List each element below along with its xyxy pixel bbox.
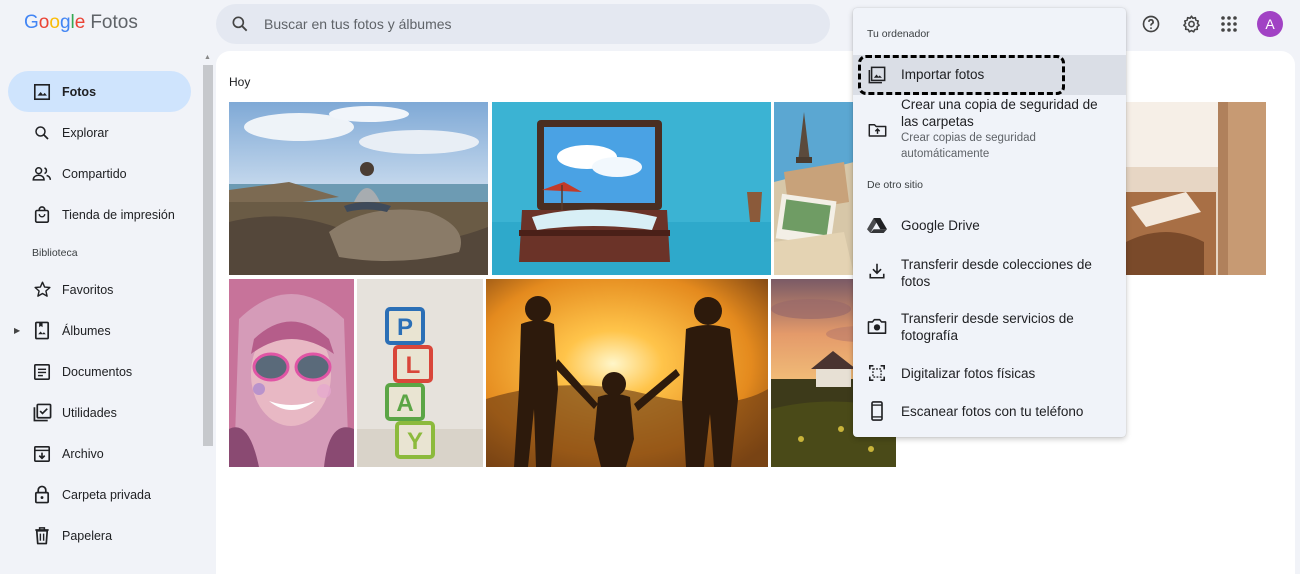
utilities-icon [32, 403, 52, 423]
sidebar-item-label: Fotos [62, 84, 97, 99]
sidebar-item-label: Carpeta privada [62, 487, 151, 502]
sidebar-item-papelera[interactable]: Papelera [8, 515, 191, 556]
photo-thumbnail-girl-holi[interactable] [229, 279, 354, 467]
menu-section-other: De otro sitio [867, 179, 924, 191]
shopping-bag-icon [32, 205, 52, 225]
menu-item-label: Escanear fotos con tu teléfono [901, 404, 1084, 419]
sidebar-scrollbar-thumb[interactable] [203, 65, 213, 446]
photo-thumbnail-family-sunset[interactable] [486, 279, 768, 467]
sidebar-item-utilidades[interactable]: Utilidades [8, 392, 191, 433]
logo-wordmark: Google [24, 12, 86, 33]
google-photos-logo[interactable]: Google Fotos [24, 12, 138, 34]
menu-section-computer: Tu ordenador [867, 28, 930, 40]
lock-icon [32, 485, 52, 505]
star-icon [32, 280, 52, 300]
sidebar-item-label: Tienda de impresión [62, 207, 175, 222]
settings-gear-icon[interactable] [1179, 12, 1203, 36]
album-icon [32, 321, 52, 341]
sidebar-item-tienda[interactable]: Tienda de impresión [8, 194, 191, 235]
menu-item-label: Digitalizar fotos físicas [901, 366, 1036, 381]
date-group-label: Hoy [229, 75, 251, 89]
menu-item-label: Crear una copia de seguridad de las carp… [901, 97, 1098, 129]
photo-thumbnail-suitcase[interactable] [492, 102, 771, 275]
backup-upload-icon [867, 119, 887, 139]
account-avatar[interactable]: A [1257, 11, 1283, 37]
photo-thumbnail-window-room[interactable] [1126, 102, 1266, 275]
sidebar-item-albumes[interactable]: Álbumes [8, 310, 191, 351]
menu-item-label: Google Drive [901, 218, 980, 233]
photo-thumbnail-play-blocks[interactable]: P L A Y [357, 279, 483, 467]
sidebar-item-label: Utilidades [62, 405, 117, 420]
sidebar-item-label: Favoritos [62, 282, 114, 297]
sidebar-item-favoritos[interactable]: Favoritos [8, 269, 191, 310]
menu-item-label: Transferir desde colecciones de fotos [901, 257, 1092, 289]
scroll-up-arrow-icon[interactable]: ▲ [204, 54, 211, 61]
search-bar[interactable] [216, 4, 830, 44]
svg-text:A: A [396, 390, 413, 417]
help-icon[interactable] [1139, 12, 1163, 36]
sidebar-item-label: Papelera [62, 528, 113, 543]
scan-photo-icon [867, 363, 887, 383]
photo-icon [32, 82, 52, 102]
search-icon [32, 123, 52, 143]
menu-item-scan-phone[interactable]: Escanear fotos con tu teléfono [853, 396, 1126, 426]
apps-grid-icon[interactable] [1217, 12, 1241, 36]
sidebar-item-label: Álbumes [62, 323, 111, 338]
sidebar-item-fotos[interactable]: Fotos [8, 71, 191, 112]
svg-text:P: P [397, 314, 413, 341]
smartphone-icon [867, 401, 887, 421]
sidebar-item-label: Explorar [62, 125, 109, 140]
photo-thumbnail-paris-postcards[interactable] [774, 102, 854, 275]
document-icon [32, 362, 52, 382]
search-icon[interactable] [230, 14, 250, 34]
menu-item-digitize-photos[interactable]: Digitalizar fotos físicas [853, 358, 1126, 388]
highlight-callout [858, 55, 1065, 95]
google-drive-icon [867, 215, 887, 235]
camera-transfer-icon [867, 316, 887, 336]
menu-item-transfer-collections[interactable]: Transferir desde colecciones de fotos [853, 246, 1126, 296]
menu-item-google-drive[interactable]: Google Drive [853, 207, 1126, 243]
svg-text:L: L [406, 352, 421, 379]
svg-text:Y: Y [407, 428, 423, 455]
sidebar-item-documentos[interactable]: Documentos [8, 351, 191, 392]
archive-icon [32, 444, 52, 464]
download-icon [867, 261, 887, 281]
sidebar-item-compartido[interactable]: Compartido [8, 153, 191, 194]
logo-product-name: Fotos [90, 12, 138, 33]
sidebar-item-archivo[interactable]: Archivo [8, 433, 191, 474]
menu-item-sublabel: Crear copias de seguridad automáticament… [901, 132, 1036, 160]
sidebar-item-label: Documentos [62, 364, 133, 379]
menu-item-backup-folders[interactable]: Crear una copia de seguridad de las carp… [853, 95, 1126, 165]
search-input[interactable] [264, 16, 764, 32]
sidebar-item-carpeta-privada[interactable]: Carpeta privada [8, 474, 191, 515]
library-section-label: Biblioteca [32, 247, 78, 259]
menu-item-transfer-services[interactable]: Transferir desde servicios de fotografía [853, 300, 1126, 350]
trash-icon [32, 526, 52, 546]
menu-item-label: Transferir desde servicios de fotografía [901, 311, 1074, 343]
photo-thumbnail-meditation[interactable] [229, 102, 488, 275]
people-icon [32, 164, 52, 184]
sidebar-item-label: Compartido [62, 166, 127, 181]
sidebar-item-explorar[interactable]: Explorar [8, 112, 191, 153]
sidebar-item-label: Archivo [62, 446, 104, 461]
